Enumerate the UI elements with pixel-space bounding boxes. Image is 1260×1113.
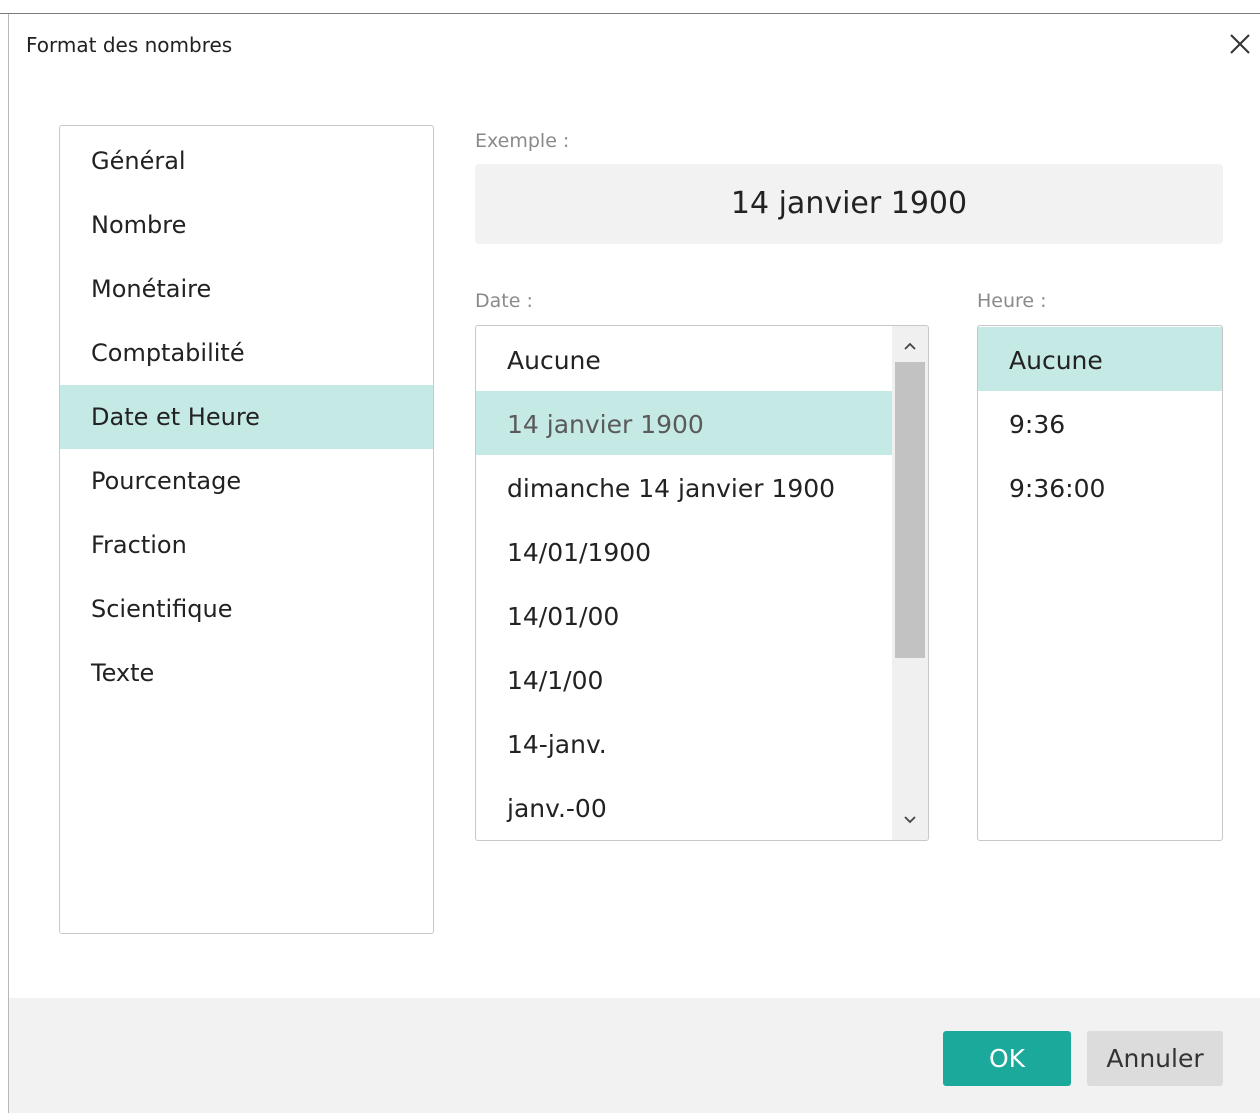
date-item[interactable]: dimanche 14 janvier 1900: [476, 455, 893, 519]
category-item-nombre[interactable]: Nombre: [60, 193, 433, 257]
time-format-list: Aucune 9:36 9:36:00: [977, 325, 1223, 841]
scroll-up-button[interactable]: [892, 328, 928, 364]
category-list: Général Nombre Monétaire Comptabilité Da…: [59, 125, 434, 934]
chevron-up-icon: [904, 342, 916, 350]
time-item[interactable]: Aucune: [978, 327, 1222, 391]
dialog-footer: [9, 998, 1260, 1113]
category-item-texte[interactable]: Texte: [60, 641, 433, 705]
ok-button[interactable]: OK: [943, 1031, 1071, 1086]
close-icon: [1230, 34, 1250, 54]
date-list-scrollbar[interactable]: [892, 326, 928, 840]
scroll-thumb[interactable]: [895, 362, 925, 658]
number-format-dialog: Format des nombres Général Nombre Monéta…: [0, 0, 1260, 1113]
category-item-general[interactable]: Général: [60, 129, 433, 193]
example-label: Exemple :: [475, 130, 570, 152]
category-item-fraction[interactable]: Fraction: [60, 513, 433, 577]
example-preview: 14 janvier 1900: [475, 164, 1223, 244]
dialog-title: Format des nombres: [26, 33, 233, 57]
close-button[interactable]: [1222, 26, 1258, 62]
date-item[interactable]: 14-janv.: [476, 711, 893, 775]
category-item-scientifique[interactable]: Scientifique: [60, 577, 433, 641]
cancel-button[interactable]: Annuler: [1087, 1031, 1223, 1086]
date-item[interactable]: 14/01/00: [476, 583, 893, 647]
window-top-edge: [0, 0, 1260, 14]
scroll-down-button[interactable]: [892, 802, 928, 838]
date-item[interactable]: 14 janvier 1900: [476, 391, 893, 455]
date-label: Date :: [475, 290, 533, 312]
time-label: Heure :: [977, 290, 1047, 312]
category-item-date-heure[interactable]: Date et Heure: [60, 385, 433, 449]
window-left-edge: [8, 14, 9, 1113]
chevron-down-icon: [904, 816, 916, 824]
date-format-list: Aucune 14 janvier 1900 dimanche 14 janvi…: [475, 325, 929, 841]
category-item-comptabilite[interactable]: Comptabilité: [60, 321, 433, 385]
date-item[interactable]: 14/1/00: [476, 647, 893, 711]
category-item-pourcentage[interactable]: Pourcentage: [60, 449, 433, 513]
date-item[interactable]: janv.-00: [476, 775, 893, 839]
category-item-monetaire[interactable]: Monétaire: [60, 257, 433, 321]
date-item[interactable]: 14/01/1900: [476, 519, 893, 583]
time-item[interactable]: 9:36:00: [978, 455, 1222, 519]
date-item[interactable]: Aucune: [476, 327, 893, 391]
time-item[interactable]: 9:36: [978, 391, 1222, 455]
